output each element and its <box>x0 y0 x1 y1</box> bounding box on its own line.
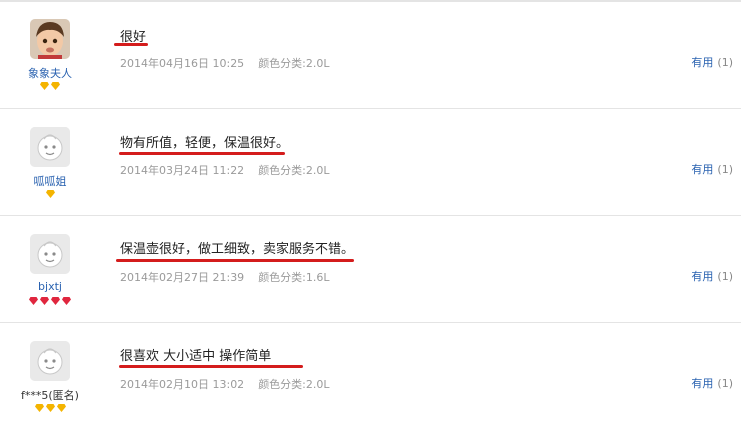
review-date: 2014年02月10日 13:02 <box>120 378 245 391</box>
default-avatar-icon <box>30 234 70 274</box>
useful-vote: 有用 (1) <box>691 54 733 70</box>
review-spec: 颜色分类:1.6L <box>258 271 330 284</box>
useful-button[interactable]: 有用 <box>691 270 713 283</box>
review-spec: 颜色分类:2.0L <box>258 57 330 70</box>
useful-count: (1) <box>717 377 733 390</box>
useful-button[interactable]: 有用 <box>691 163 713 176</box>
username[interactable]: bjxtj <box>0 280 100 293</box>
username[interactable]: 象象夫人 <box>0 65 100 81</box>
user-level-badges <box>0 190 100 198</box>
review-item: 呱呱姐 物有所值，轻便，保温很好。 2014年03月24日 11:22 颜色分类:… <box>0 109 741 216</box>
default-avatar-icon <box>30 127 70 167</box>
avatar[interactable] <box>30 341 70 381</box>
review-date: 2014年02月27日 21:39 <box>120 271 245 284</box>
useful-count: (1) <box>717 163 733 176</box>
review-meta: 2014年02月27日 21:39 颜色分类:1.6L <box>120 269 330 285</box>
review-content: 保温壶很好，做工细致，卖家服务不错。 <box>120 242 355 257</box>
heart-diamond-icon <box>62 297 71 305</box>
diamond-icon <box>34 404 44 412</box>
review-meta: 2014年04月16日 10:25 颜色分类:2.0L <box>120 55 330 71</box>
user-level-badges <box>0 82 100 90</box>
useful-count: (1) <box>717 56 733 69</box>
baby-photo-icon <box>30 19 70 59</box>
review-meta: 2014年03月24日 11:22 颜色分类:2.0L <box>120 162 330 178</box>
avatar[interactable] <box>30 19 70 59</box>
diamond-icon <box>40 82 49 90</box>
red-underline-annotation <box>114 43 148 46</box>
review-spec: 颜色分类:2.0L <box>258 378 330 391</box>
red-underline-annotation <box>119 152 285 155</box>
user-level-badges <box>0 297 100 305</box>
avatar[interactable] <box>30 127 70 167</box>
review-date: 2014年03月24日 11:22 <box>120 164 245 177</box>
user-level-badges <box>0 404 100 412</box>
username[interactable]: 呱呱姐 <box>0 173 100 189</box>
useful-button[interactable]: 有用 <box>691 56 713 69</box>
diamond-icon <box>45 190 55 198</box>
review-item: 象象夫人 很好 2014年04月16日 10:25 颜色分类:2.0L 有用 (1) <box>0 2 741 109</box>
red-underline-annotation <box>116 259 354 262</box>
review-meta: 2014年02月10日 13:02 颜色分类:2.0L <box>120 376 330 392</box>
review-item: f***5(匿名) 很喜欢 大小适中 操作简单 2014年02月10日 13:0… <box>0 323 741 430</box>
useful-vote: 有用 (1) <box>691 161 733 177</box>
diamond-icon <box>56 404 66 412</box>
review-spec: 颜色分类:2.0L <box>258 164 330 177</box>
heart-diamond-icon <box>29 297 38 305</box>
diamond-icon <box>45 404 55 412</box>
username: f***5(匿名) <box>21 389 79 402</box>
review-content: 物有所值，轻便，保温很好。 <box>120 136 290 151</box>
useful-vote: 有用 (1) <box>691 268 733 284</box>
useful-button[interactable]: 有用 <box>691 377 713 390</box>
avatar[interactable] <box>30 234 70 274</box>
diamond-icon <box>51 82 60 90</box>
heart-diamond-icon <box>40 297 49 305</box>
heart-diamond-icon <box>51 297 60 305</box>
red-underline-annotation <box>119 365 303 368</box>
review-item: bjxtj 保温壶很好，做工细致，卖家服务不错。 2014年02月27日 21:… <box>0 216 741 323</box>
review-date: 2014年04月16日 10:25 <box>120 57 245 70</box>
useful-vote: 有用 (1) <box>691 375 733 391</box>
review-content: 很喜欢 大小适中 操作简单 <box>120 349 272 364</box>
useful-count: (1) <box>717 270 733 283</box>
default-avatar-icon <box>30 341 70 381</box>
